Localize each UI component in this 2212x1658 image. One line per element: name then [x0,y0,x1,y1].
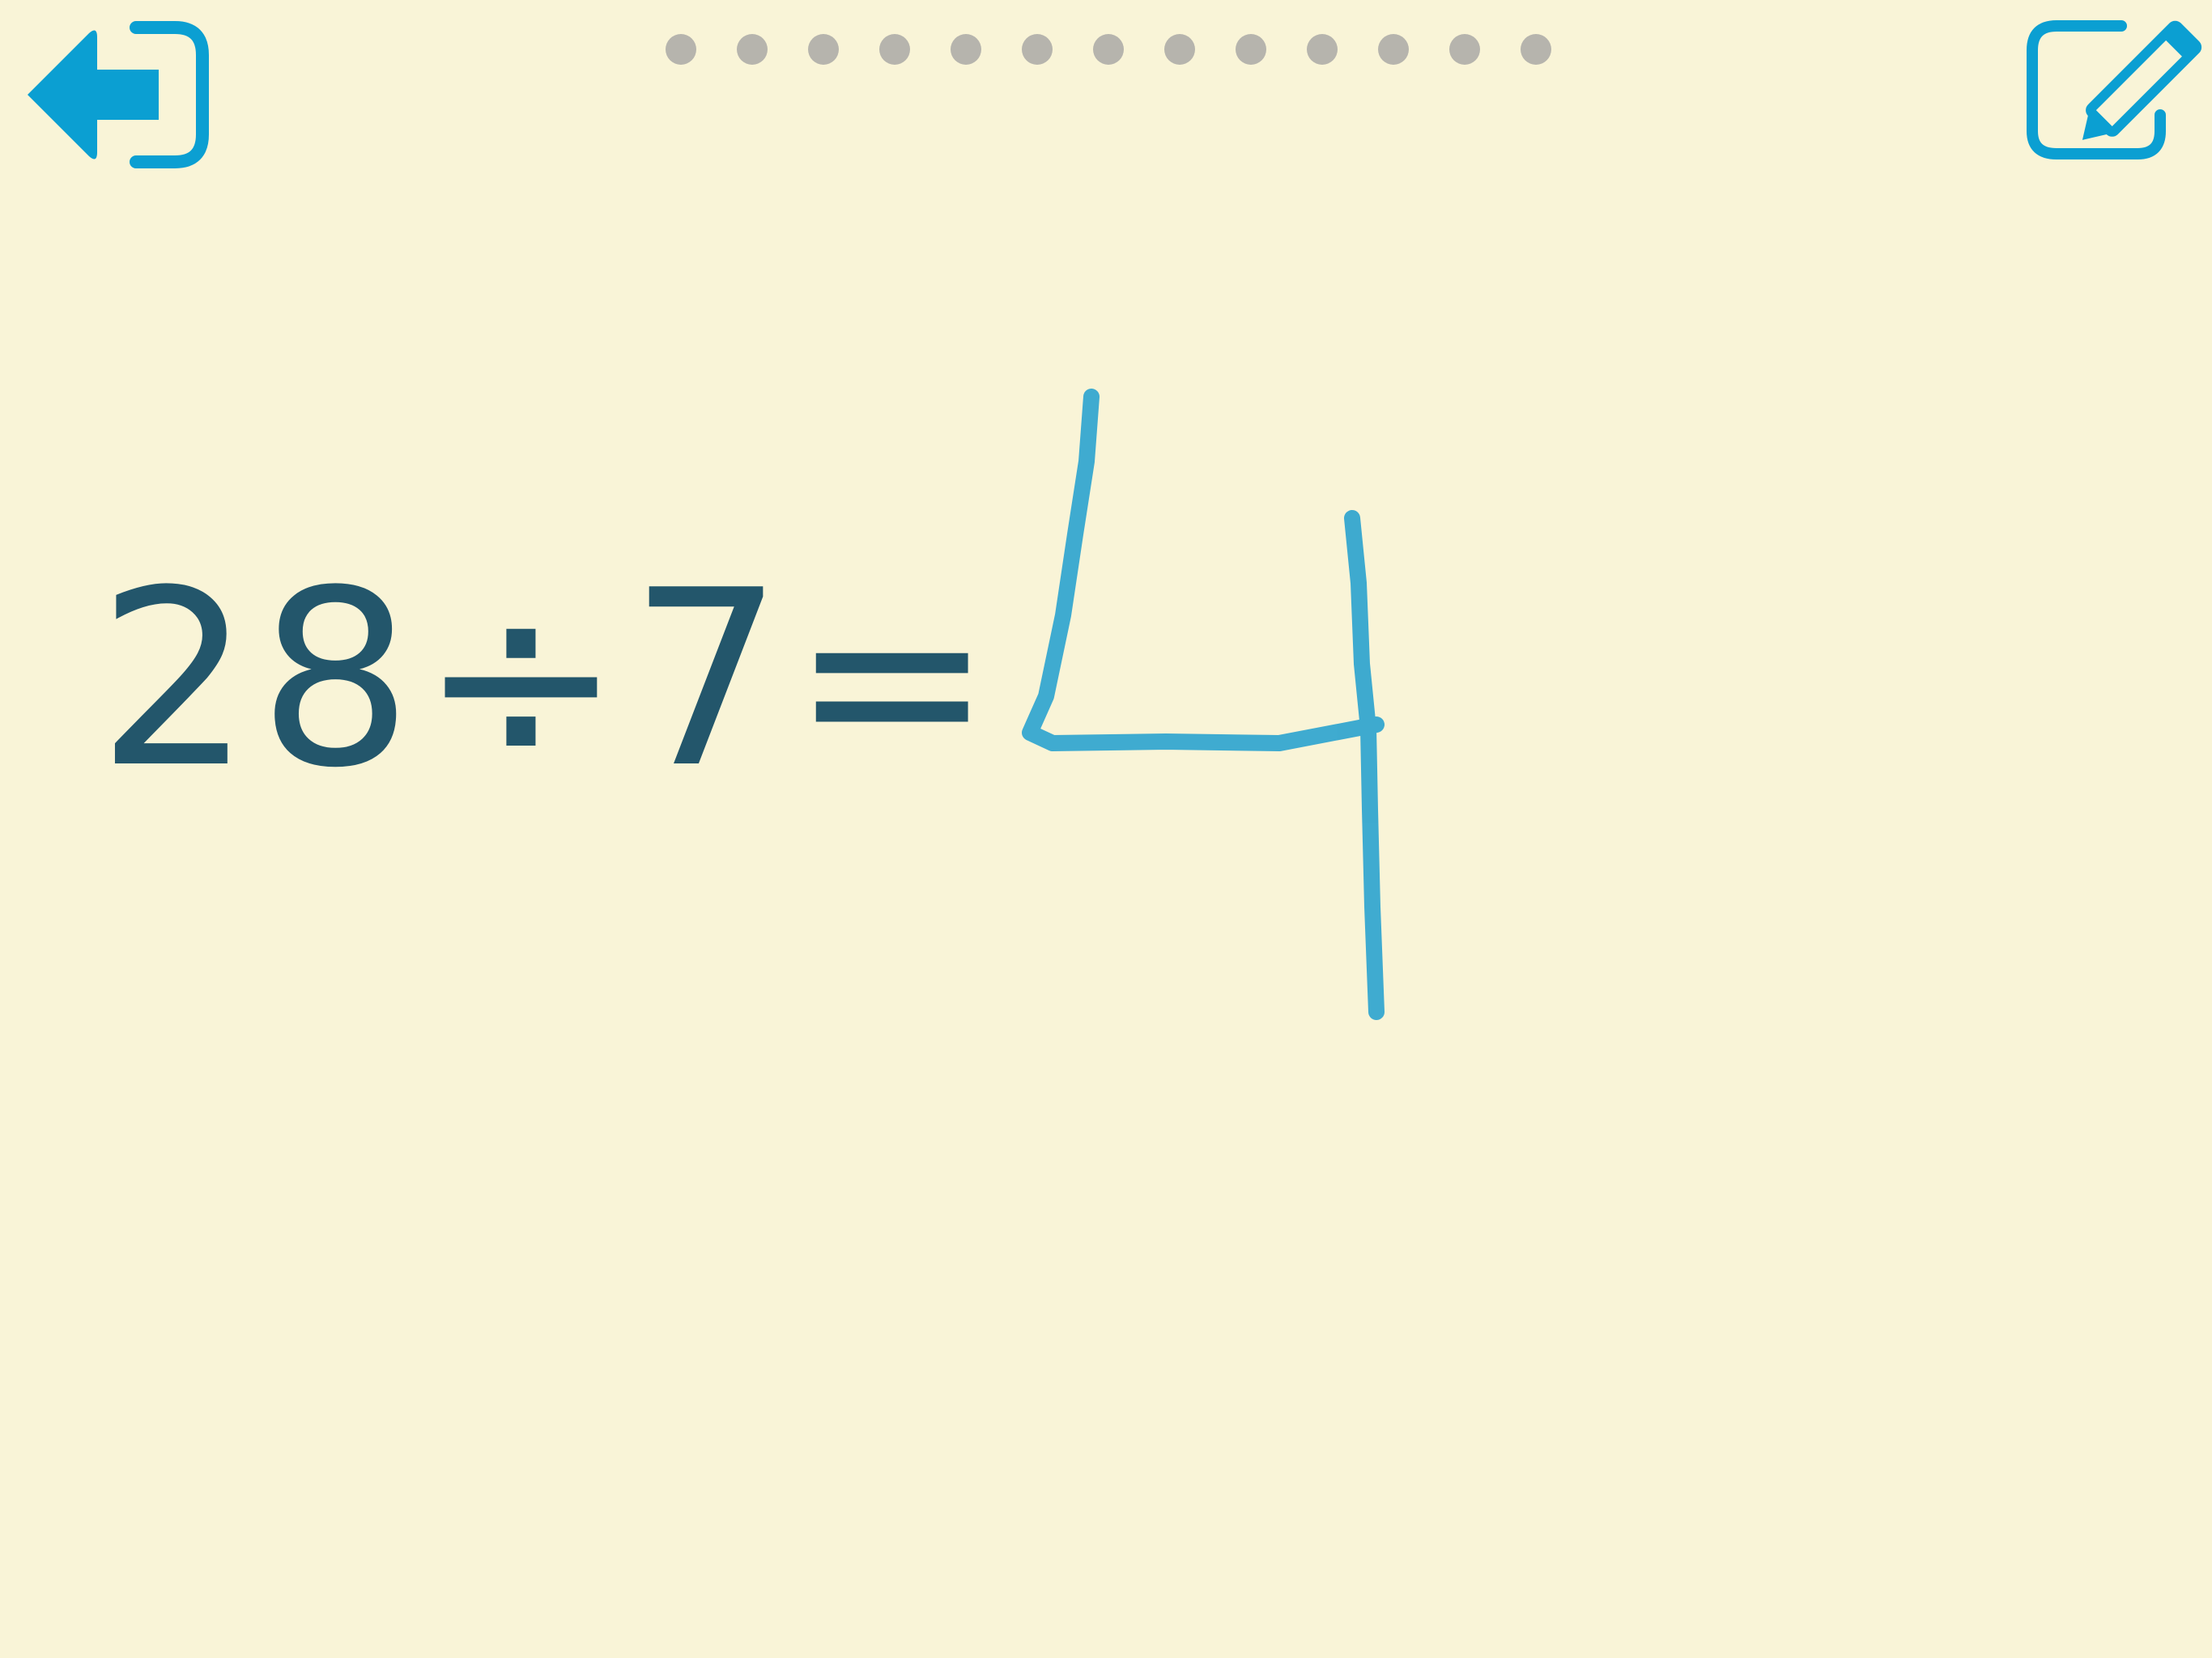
handwritten-answer [1022,389,1385,1020]
quiz-screen: 28÷7= [0,0,2212,1658]
answer-drawing-canvas[interactable] [0,0,2212,1658]
